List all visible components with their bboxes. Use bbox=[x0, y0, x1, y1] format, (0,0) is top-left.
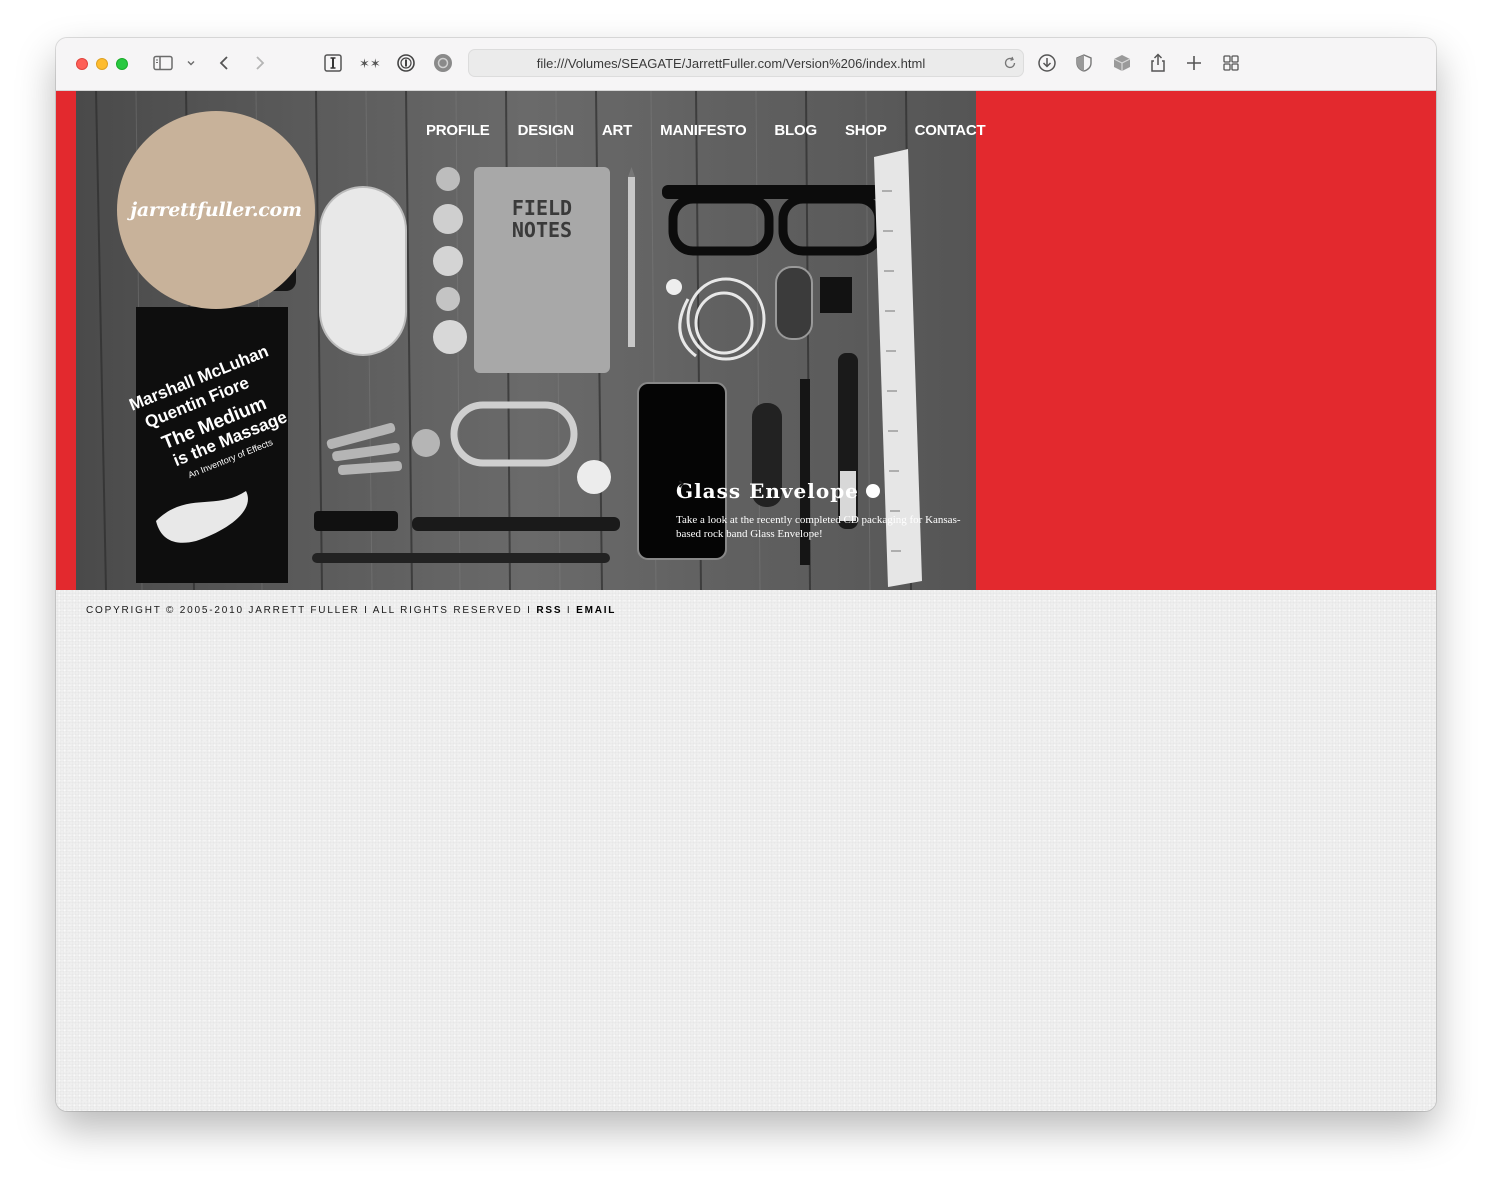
forward-icon[interactable] bbox=[254, 52, 266, 74]
chevron-down-icon[interactable] bbox=[186, 52, 196, 74]
arrow-right-circle-icon[interactable] bbox=[678, 480, 880, 498]
footer-copyright: COPYRIGHT © 2005-2010 JARRETT FULLER bbox=[86, 605, 360, 616]
svg-text:✶✶: ✶✶ bbox=[359, 57, 381, 70]
feature-description: Take a look at the recently completed CD… bbox=[676, 514, 961, 540]
nav-shop[interactable]: SHOP bbox=[845, 122, 887, 139]
password-icon[interactable] bbox=[396, 52, 416, 74]
box-icon[interactable] bbox=[1112, 52, 1132, 74]
browser-window: ✶✶ file:///Volumes/SEAGATE/JarrettFuller… bbox=[56, 38, 1436, 1111]
download-icon[interactable] bbox=[1037, 52, 1057, 74]
footer-separator: I bbox=[364, 605, 369, 616]
nav-manifesto[interactable]: MANIFESTO bbox=[660, 122, 746, 139]
address-bar[interactable]: file:///Volumes/SEAGATE/JarrettFuller.co… bbox=[468, 49, 1024, 77]
notebook-line1: FIELD bbox=[512, 196, 572, 220]
back-icon[interactable] bbox=[218, 52, 230, 74]
close-window-button[interactable] bbox=[76, 58, 88, 70]
minimize-window-button[interactable] bbox=[96, 58, 108, 70]
share-icon[interactable] bbox=[1149, 52, 1167, 74]
footer-separator: I bbox=[566, 605, 572, 616]
reload-icon[interactable] bbox=[1003, 56, 1017, 75]
feature-title: Glass Envelope bbox=[676, 479, 859, 503]
url-text: file:///Volumes/SEAGATE/JarrettFuller.co… bbox=[536, 56, 926, 71]
shield-icon[interactable] bbox=[1075, 52, 1093, 74]
featured-project: Glass Envelope Take a look at the recent… bbox=[676, 479, 966, 541]
nav-blog[interactable]: BLOG bbox=[774, 122, 817, 139]
hero-photo: FIELD NOTES Marshall McLuhan Quentin Fio… bbox=[76, 91, 976, 590]
new-tab-icon[interactable] bbox=[1186, 52, 1202, 74]
notebook-line2: NOTES bbox=[512, 218, 572, 242]
extension-icon[interactable]: ✶✶ bbox=[359, 52, 381, 74]
privacy-icon[interactable] bbox=[433, 52, 453, 74]
nav-art[interactable]: ART bbox=[602, 122, 632, 139]
logo-text: jarrettfuller.com bbox=[130, 199, 302, 221]
footer-rss-link[interactable]: RSS bbox=[536, 605, 562, 616]
footer-rights: ALL RIGHTS RESERVED bbox=[372, 605, 523, 616]
main-nav: PROFILE DESIGN ART MANIFESTO BLOG SHOP C… bbox=[426, 122, 1013, 139]
reader-icon[interactable] bbox=[323, 52, 343, 74]
web-page: FIELD NOTES Marshall McLuhan Quentin Fio… bbox=[56, 91, 1436, 1111]
nav-profile[interactable]: PROFILE bbox=[426, 122, 490, 139]
nav-contact[interactable]: CONTACT bbox=[915, 122, 986, 139]
zoom-window-button[interactable] bbox=[116, 58, 128, 70]
footer-separator: I bbox=[527, 605, 532, 616]
nav-design[interactable]: DESIGN bbox=[518, 122, 575, 139]
site-footer: COPYRIGHT © 2005-2010 JARRETT FULLER I A… bbox=[86, 605, 616, 616]
site-logo[interactable]: jarrettfuller.com bbox=[117, 111, 315, 309]
footer-email-link[interactable]: EMAIL bbox=[576, 605, 616, 616]
sidebar-icon[interactable] bbox=[153, 52, 173, 74]
tab-overview-icon[interactable] bbox=[1222, 52, 1240, 74]
feature-title-link[interactable]: Glass Envelope bbox=[676, 479, 966, 503]
browser-toolbar: ✶✶ file:///Volumes/SEAGATE/JarrettFuller… bbox=[56, 38, 1436, 91]
